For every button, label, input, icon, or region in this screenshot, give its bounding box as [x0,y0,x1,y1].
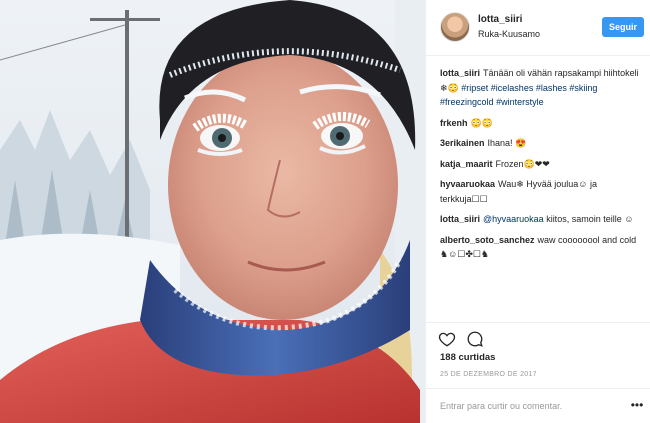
comment-item: frkenh 😳😳 [440,116,645,131]
hashtag-link[interactable]: #lashes [536,83,567,93]
heart-icon[interactable] [438,330,456,348]
speech-bubble-icon[interactable] [466,330,484,348]
comment-mention[interactable]: @hyvaaruokaa [483,214,544,224]
post-sidebar: lotta_siiri Ruka-Kuusamo Seguir lotta_si… [425,0,650,423]
comment-author[interactable]: hyvaaruokaa [440,179,495,189]
caption-author[interactable]: lotta_siiri [440,68,480,78]
login-prompt: Entrar para curtir ou comentar. [440,401,562,411]
selfie-image [0,0,425,423]
caption: lotta_siiri Tänään oli vähän rapsakampi h… [440,66,645,110]
post-header: lotta_siiri Ruka-Kuusamo Seguir [426,0,650,56]
ellipsis-icon[interactable]: ••• [629,398,645,412]
add-comment-bar: Entrar para curtir ou comentar. ••• [426,388,650,423]
comment-author[interactable]: frkenh [440,118,468,128]
likes-count[interactable]: 188 curtidas [440,352,495,363]
comment-text: 😳😳 [470,117,493,128]
comment-item: alberto_soto_sanchez waw coooooool and co… [440,233,645,262]
comment-author[interactable]: 3erikainen [440,138,485,148]
comment-text: Ihana! 😍 [487,138,527,148]
hashtag-link[interactable]: #icelashes [491,83,534,93]
post-date: 25 DE DEZEMBRO DE 2017 [440,371,537,378]
hashtag-link[interactable]: #freezingcold [440,97,494,107]
avatar[interactable] [440,12,470,42]
hashtag-link[interactable]: #skiing [569,83,597,93]
post-photo[interactable] [0,0,425,423]
comment-author[interactable]: lotta_siiri [440,214,480,224]
hashtag-link[interactable]: #ripset [461,83,488,93]
comment-item: lotta_siiri @hyvaaruokaa kiitos, samoin t… [440,212,645,227]
comment-item: hyvaaruokaa Wau❄ Hyvää joulua☺ ja terkkuj… [440,177,645,206]
comment-author[interactable]: alberto_soto_sanchez [440,235,535,245]
comments-list: lotta_siiri Tänään oli vähän rapsakampi h… [440,66,645,268]
comment-text: kiitos, samoin teille ☺ [543,214,634,224]
login-link[interactable]: Entrar [440,401,465,411]
action-bar [426,322,650,350]
comment-author[interactable]: katja_maarit [440,159,493,169]
follow-button[interactable]: Seguir [602,17,644,37]
header-location[interactable]: Ruka-Kuusamo [478,29,540,39]
login-prompt-text: para curtir ou comentar. [467,401,563,411]
comment-text: Frozen😳❤❤ [495,158,550,169]
comment-item: katja_maarit Frozen😳❤❤ [440,157,645,172]
comment-item: 3erikainen Ihana! 😍 [440,136,645,151]
header-username[interactable]: lotta_siiri [478,14,522,25]
hashtag-link[interactable]: #winterstyle [496,97,544,107]
